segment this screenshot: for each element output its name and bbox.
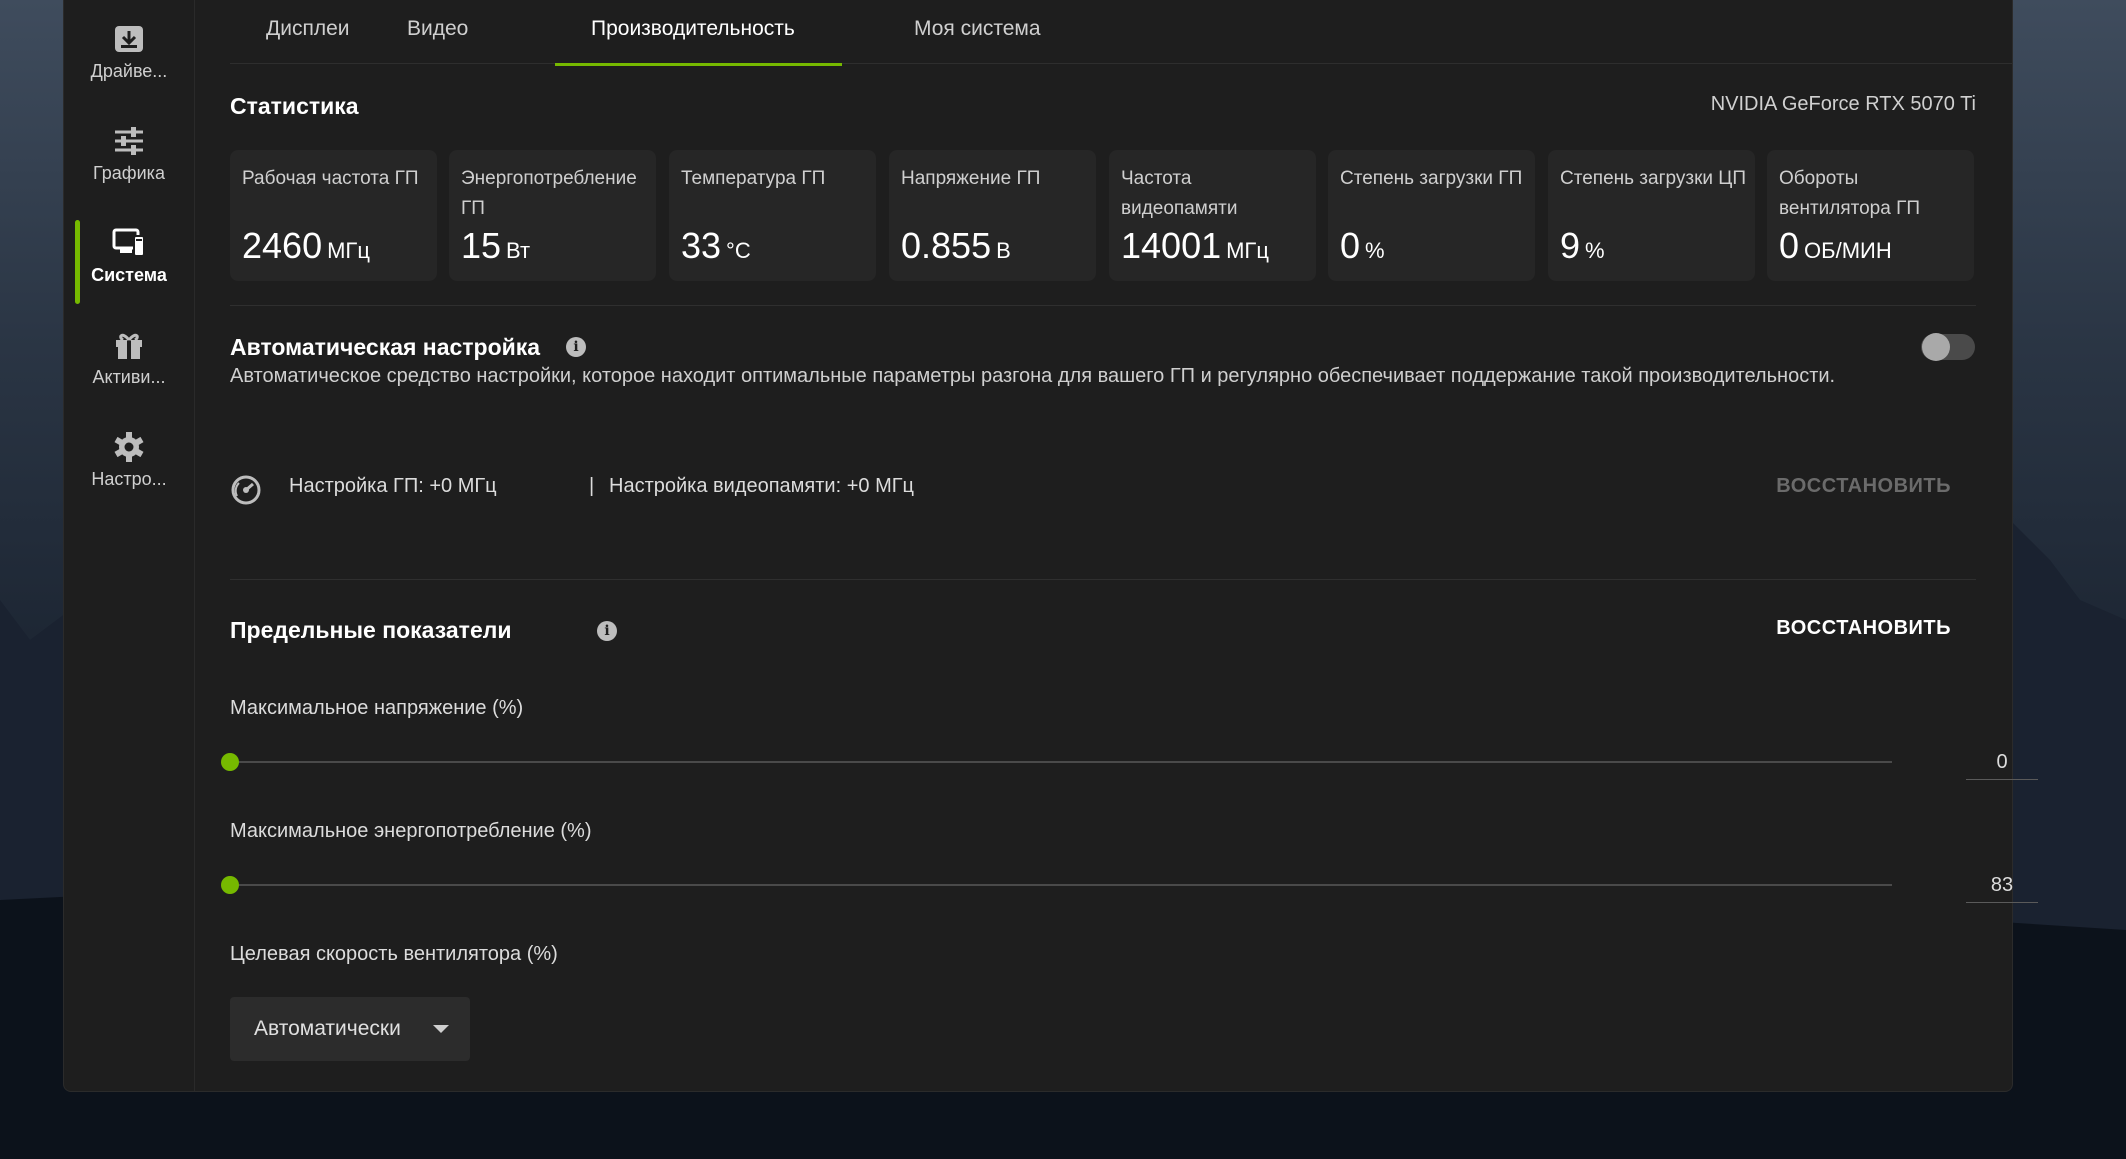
chevron-down-icon xyxy=(433,1025,449,1033)
system-monitor-icon xyxy=(112,228,145,257)
gift-icon xyxy=(116,333,142,359)
fan-speed-dropdown[interactable]: Автоматически xyxy=(230,997,470,1061)
tab-video[interactable]: Видео xyxy=(407,17,468,41)
offset-separator: | xyxy=(589,475,595,497)
stat-value: 0.855 В xyxy=(901,225,1011,266)
stat-card-fan-speed: Обороты вентилятора ГП 0 ОБ/МИН xyxy=(1767,150,1974,281)
auto-tune-description: Автоматическое средство настройки, котор… xyxy=(230,365,1836,387)
fan-speed-label: Целевая скорость вентилятора (%) xyxy=(230,943,558,965)
auto-tune-toggle[interactable] xyxy=(1921,333,1975,361)
stat-label: Рабочая частота ГП xyxy=(242,168,419,189)
stat-label: Частота видеопамяти xyxy=(1121,168,1238,219)
limits-title: Предельные показатели xyxy=(230,617,512,643)
download-icon xyxy=(115,26,143,52)
sidebar-item-activities[interactable]: Активи... xyxy=(64,303,194,393)
sidebar-item-label: Настро... xyxy=(91,469,167,489)
sidebar-item-label: Система xyxy=(91,265,167,285)
stat-card-gpu-temperature: Температура ГП 33 °C xyxy=(669,150,876,281)
stat-value: 9% xyxy=(1560,225,1605,266)
sidebar-item-system[interactable]: Система xyxy=(64,201,194,291)
sidebar-item-label: Драйве... xyxy=(90,61,168,81)
toggle-knob xyxy=(1922,333,1950,361)
stat-card-memory-clock: Частота видеопамяти 14001 МГц xyxy=(1109,150,1316,281)
stat-label: Обороты вентилятора ГП xyxy=(1779,168,1921,219)
stat-card-gpu-power: Энергопотребление ГП 15 Вт xyxy=(449,150,656,281)
active-tab-underline xyxy=(555,63,842,66)
gpu-name: NVIDIA GeForce RTX 5070 Ti xyxy=(1710,93,1976,115)
statistics-title: Статистика xyxy=(230,93,359,119)
stat-label: Энергопотребление ГП xyxy=(461,168,637,219)
max-voltage-slider-track[interactable] xyxy=(230,761,1892,763)
main-content: Дисплеи Видео Производительность Моя сис… xyxy=(196,0,2038,1091)
stat-card-gpu-voltage: Напряжение ГП 0.855 В xyxy=(889,150,1096,281)
nvidia-app-window: Драйве... Графика Система Активи... Наст… xyxy=(63,0,2038,1092)
max-power-slider-thumb[interactable] xyxy=(221,876,239,894)
stat-value: 14001 МГц xyxy=(1121,225,1269,266)
sliders-icon xyxy=(115,127,143,155)
stat-card-gpu-clock: Рабочая частота ГП 2460 МГц xyxy=(230,150,437,281)
auto-tune-restore-button[interactable]: ВОССТАНОВИТЬ xyxy=(1776,475,1951,498)
stat-label: Степень загрузки ГП xyxy=(1340,168,1523,189)
limits-restore-button[interactable]: ВОССТАНОВИТЬ xyxy=(1776,617,1951,640)
max-power-value-field[interactable]: 83 xyxy=(1966,868,2038,903)
stat-card-gpu-utilization: Степень загрузки ГП 0% xyxy=(1328,150,1535,281)
stat-value: 33 °C xyxy=(681,225,751,266)
stat-card-cpu-utilization: Степень загрузки ЦП 9% xyxy=(1548,150,1755,281)
tab-displays[interactable]: Дисплеи xyxy=(266,17,350,41)
tab-performance[interactable]: Производительность xyxy=(591,17,795,41)
stat-label: Степень загрузки ЦП xyxy=(1560,168,1746,189)
stat-label: Температура ГП xyxy=(681,168,826,189)
speedometer-icon xyxy=(231,475,261,505)
sidebar-item-settings[interactable]: Настро... xyxy=(64,405,194,495)
max-voltage-label: Максимальное напряжение (%) xyxy=(230,697,524,719)
info-icon[interactable]: i xyxy=(566,337,586,357)
max-voltage-value-field[interactable]: 0 xyxy=(1966,745,2038,780)
max-power-label: Максимальное энергопотребление (%) xyxy=(230,820,592,842)
section-divider xyxy=(230,579,1976,580)
stat-label: Напряжение ГП xyxy=(901,168,1041,189)
sidebar-item-label: Графика xyxy=(93,163,165,183)
auto-tune-title: Автоматическая настройка xyxy=(230,334,541,360)
fan-speed-selected: Автоматически xyxy=(254,1017,401,1040)
tab-bar: Дисплеи Видео Производительность Моя сис… xyxy=(230,1,2012,66)
section-divider xyxy=(230,305,1976,306)
max-power-slider-track[interactable] xyxy=(230,884,1892,886)
sidebar-item-drivers[interactable]: Драйве... xyxy=(64,0,194,87)
info-icon[interactable]: i xyxy=(597,621,617,641)
sidebar-item-label: Активи... xyxy=(92,367,166,387)
tab-my-system[interactable]: Моя система xyxy=(914,17,1041,41)
stat-value: 0 ОБ/МИН xyxy=(1779,225,1892,266)
gear-icon xyxy=(114,432,144,462)
stat-value: 0% xyxy=(1340,225,1385,266)
gpu-offset-text: Настройка ГП: +0 МГц xyxy=(289,475,497,497)
stat-value: 15 Вт xyxy=(461,225,531,266)
sidebar: Драйве... Графика Система Активи... Наст… xyxy=(64,0,195,1091)
sidebar-item-graphics[interactable]: Графика xyxy=(64,99,194,189)
max-voltage-slider-thumb[interactable] xyxy=(221,753,239,771)
memory-offset-text: Настройка видеопамяти: +0 МГц xyxy=(609,475,915,497)
stat-value: 2460 МГц xyxy=(242,225,370,266)
